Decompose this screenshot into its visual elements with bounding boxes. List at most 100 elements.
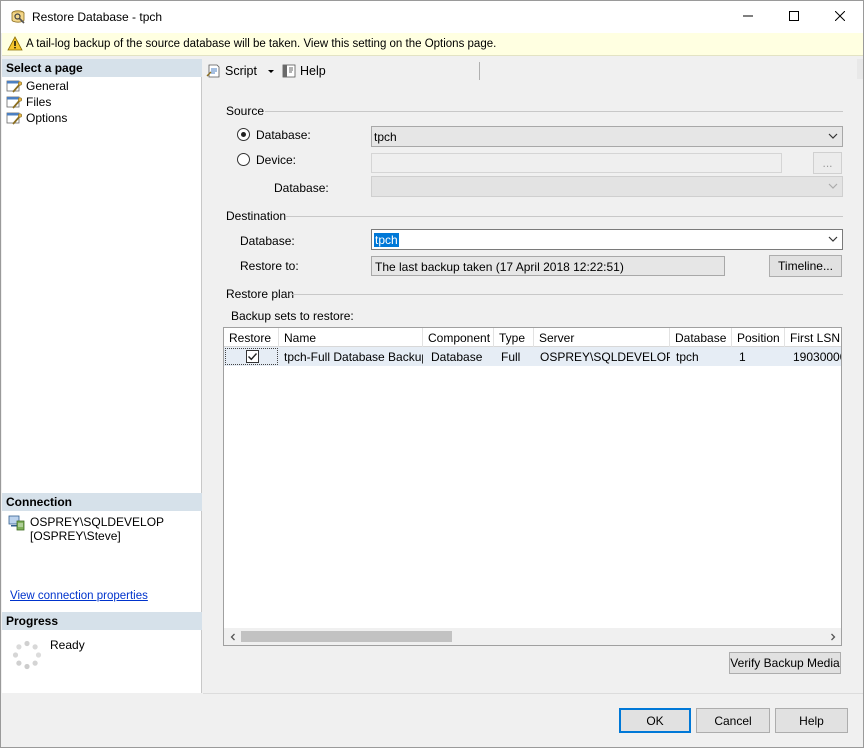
source-divider <box>265 111 843 112</box>
cancel-button-label: Cancel <box>714 713 752 728</box>
restore-to-field: The last backup taken (17 April 2018 12:… <box>371 256 725 276</box>
server-connection-icon <box>8 515 25 531</box>
script-icon <box>206 64 220 78</box>
script-button[interactable]: Script <box>206 63 276 79</box>
ok-button[interactable]: OK <box>619 708 691 733</box>
chevron-right-icon <box>830 633 835 640</box>
column-header-server[interactable]: Server <box>534 328 670 347</box>
restore-to-value: The last backup taken (17 April 2018 12:… <box>375 260 624 274</box>
backup-sets-grid[interactable]: Restore Name Component Type Server Datab… <box>223 327 842 646</box>
grid-header: Restore Name Component Type Server Datab… <box>224 328 841 347</box>
page-item-general[interactable]: General <box>6 78 69 94</box>
source-database-select[interactable]: tpch <box>371 126 843 147</box>
scroll-left-button[interactable] <box>224 629 241 644</box>
cancel-button[interactable]: Cancel <box>696 708 770 733</box>
page-item-files[interactable]: Files <box>6 94 51 110</box>
source-device-database-select[interactable] <box>371 176 843 197</box>
chevron-down-icon <box>828 236 838 242</box>
select-page-header: Select a page <box>2 59 202 77</box>
scroll-right-button[interactable] <box>824 629 841 644</box>
column-header-component[interactable]: Component <box>423 328 494 347</box>
page-item-label: Options <box>26 111 68 125</box>
window-title: Restore Database - tpch <box>32 10 163 24</box>
page-wrench-icon <box>6 112 22 125</box>
cell-server: OSPREY\SQLDEVELOP <box>540 350 670 364</box>
progress-header: Progress <box>2 612 202 630</box>
cell-component: Database <box>431 350 483 364</box>
close-button[interactable] <box>817 1 863 31</box>
ok-button-label: OK <box>646 713 664 728</box>
maximize-button[interactable] <box>771 1 817 31</box>
browse-device-button[interactable]: ... <box>813 152 842 174</box>
source-device-radio[interactable] <box>237 153 250 166</box>
page-wrench-icon <box>6 96 22 109</box>
minimize-button[interactable] <box>725 1 771 31</box>
maximize-icon <box>789 11 799 21</box>
chevron-down-icon <box>828 133 838 139</box>
help-label: Help <box>300 64 326 78</box>
destination-group-label: Destination <box>226 209 287 223</box>
cell-database: tpch <box>676 350 699 364</box>
footer-divider <box>203 693 863 694</box>
destination-database-select[interactable]: tpch <box>371 229 843 250</box>
column-header-position[interactable]: Position <box>732 328 785 347</box>
cell-name: tpch-Full Database Backup <box>284 350 423 364</box>
backup-sets-label: Backup sets to restore: <box>231 309 354 323</box>
column-header-name[interactable]: Name <box>279 328 423 347</box>
view-connection-properties-link[interactable]: View connection properties <box>10 590 148 602</box>
help-book-icon <box>282 64 296 78</box>
footer-help-button[interactable]: Help <box>775 708 848 733</box>
cell-position: 1 <box>739 350 746 364</box>
column-header-type[interactable]: Type <box>494 328 534 347</box>
source-device-input[interactable] <box>371 153 782 173</box>
source-group-label: Source <box>226 104 265 118</box>
table-row[interactable]: tpch-Full Database Backup Database Full … <box>224 347 841 366</box>
dropdown-arrow-icon[interactable] <box>266 66 276 76</box>
restore-database-window: Restore Database - tpch A tail-log backu… <box>0 0 864 748</box>
row-focus-rect <box>225 348 278 365</box>
timeline-button[interactable]: Timeline... <box>769 255 842 277</box>
warning-icon <box>7 36 23 51</box>
progress-status: Ready <box>50 638 85 652</box>
verify-backup-media-button[interactable]: Verify Backup Media <box>729 652 841 674</box>
chevron-down-icon <box>828 183 838 189</box>
progress-spinner-icon <box>12 640 42 670</box>
column-header-restore[interactable]: Restore <box>224 328 279 347</box>
source-database-value: tpch <box>374 130 397 144</box>
help-button[interactable]: Help <box>281 63 326 79</box>
restore-to-label: Restore to: <box>240 259 299 273</box>
horizontal-scrollbar[interactable] <box>224 628 841 645</box>
browse-device-label: ... <box>822 156 833 170</box>
close-icon <box>835 11 845 21</box>
page-item-options[interactable]: Options <box>6 110 67 126</box>
column-header-database[interactable]: Database <box>670 328 732 347</box>
page-item-label: General <box>26 79 69 93</box>
column-header-first-lsn[interactable]: First LSN <box>785 328 841 347</box>
connection-header: Connection <box>2 493 202 511</box>
destination-database-value: tpch <box>374 233 399 247</box>
connection-user: [OSPREY\Steve] <box>30 529 121 543</box>
cell-type: Full <box>501 350 521 364</box>
minimize-icon <box>743 15 753 17</box>
title-bar[interactable]: Restore Database - tpch <box>1 1 863 33</box>
left-panel: Select a page General Files Options Conn… <box>2 59 202 693</box>
destination-divider <box>286 216 843 217</box>
destination-database-label: Database: <box>240 234 295 248</box>
connection-server: OSPREY\SQLDEVELOP <box>30 515 165 529</box>
script-label: Script <box>225 64 257 78</box>
source-device-radio-label: Device: <box>256 153 297 167</box>
infobar-message: A tail-log backup of the source database… <box>26 38 497 50</box>
source-device-database-label: Database: <box>274 181 329 195</box>
source-database-radio-label: Database: <box>256 128 311 142</box>
toolbar-separator <box>479 62 480 80</box>
tail-log-infobar: A tail-log backup of the source database… <box>2 33 863 56</box>
vertical-scrollbar[interactable] <box>857 59 863 79</box>
cell-first-lsn: 190300001 <box>793 350 841 364</box>
source-database-radio[interactable] <box>237 128 250 141</box>
horizontal-scroll-thumb[interactable] <box>241 631 452 642</box>
footer-help-label: Help <box>799 713 824 728</box>
page-wrench-icon <box>6 80 22 93</box>
restore-plan-group-label: Restore plan <box>226 287 295 301</box>
verify-backup-media-label: Verify Backup Media <box>730 656 840 670</box>
chevron-left-icon <box>230 633 235 640</box>
